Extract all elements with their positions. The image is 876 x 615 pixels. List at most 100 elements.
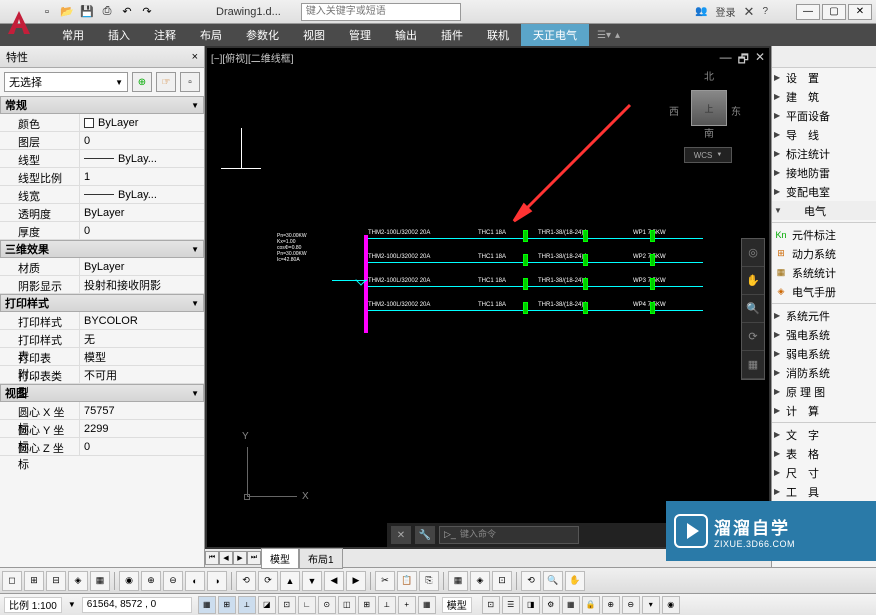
toolbar-button[interactable]: ⟲ <box>236 571 256 591</box>
status-toggle[interactable]: ⟂ <box>378 596 396 614</box>
quick-select-icon[interactable]: ⊕ <box>132 72 152 92</box>
status-button[interactable]: ▦ <box>562 596 580 614</box>
qat-new-icon[interactable]: ▫ <box>38 3 56 21</box>
status-toggle[interactable]: ⊙ <box>318 596 336 614</box>
prop-row[interactable]: 线型比例1 <box>0 168 204 186</box>
ribbon-tab-1[interactable]: 插入 <box>96 24 142 46</box>
palette-item[interactable]: ▶接地防雷 <box>772 163 876 182</box>
palette-item[interactable]: ▶标注统计 <box>772 144 876 163</box>
prop-row[interactable]: 圆心 Y 坐标2299 <box>0 420 204 438</box>
toolbar-button[interactable]: ⟳ <box>258 571 278 591</box>
toolbar-button[interactable]: ⎘ <box>419 571 439 591</box>
prop-row[interactable]: 打印样式表无 <box>0 330 204 348</box>
qat-save-icon[interactable]: 💾 <box>78 3 96 21</box>
toolbar-button[interactable]: ◈ <box>470 571 490 591</box>
signin-icon[interactable]: 👥 <box>695 6 707 17</box>
ribbon-tab-3[interactable]: 布局 <box>188 24 234 46</box>
search-input[interactable] <box>301 3 461 21</box>
palette-item[interactable]: ◈电气手册 <box>772 282 876 301</box>
status-button[interactable]: ⚙ <box>542 596 560 614</box>
status-button[interactable]: 🔒 <box>582 596 600 614</box>
toolbar-button[interactable]: ◈ <box>68 571 88 591</box>
nav-wheel-icon[interactable]: ◎ <box>742 239 764 267</box>
prop-row[interactable]: 线宽ByLay... <box>0 186 204 204</box>
ribbon-tab-7[interactable]: 输出 <box>383 24 429 46</box>
palette-group-header[interactable]: ▼电气 <box>772 201 876 220</box>
ribbon-menu-icon[interactable]: ☰▾ <box>597 30 611 41</box>
select-objects-icon[interactable]: ☞ <box>156 72 176 92</box>
palette-item[interactable]: ▶强电系统 <box>772 325 876 344</box>
toolbar-button[interactable]: ✋ <box>565 571 585 591</box>
toolbar-button[interactable]: ▶ <box>346 571 366 591</box>
palette-item[interactable]: ▶文 字 <box>772 425 876 444</box>
tab-model[interactable]: 模型 <box>261 548 299 569</box>
palette-item[interactable]: ▶平面设备 <box>772 106 876 125</box>
palette-item[interactable]: ▦系统统计 <box>772 263 876 282</box>
pickset-icon[interactable]: ▫ <box>180 72 200 92</box>
nav-showmotion-icon[interactable]: ▦ <box>742 351 764 379</box>
palette-item[interactable]: ▶导 线 <box>772 125 876 144</box>
nav-orbit-icon[interactable]: ⟳ <box>742 323 764 351</box>
toolbar-button[interactable]: 🔍 <box>543 571 563 591</box>
prop-row[interactable]: 圆心 X 坐标75757 <box>0 402 204 420</box>
prop-row[interactable]: 图层0 <box>0 132 204 150</box>
status-button[interactable]: ▾ <box>642 596 660 614</box>
maximize-button[interactable]: ▢ <box>822 4 846 20</box>
toolbar-button[interactable]: ⊡ <box>492 571 512 591</box>
drawing-canvas[interactable]: [−][俯视][二维线框] — 🗗 ✕ 北 南 西 东 上 WCS▼ ◎ ✋ 🔍… <box>207 48 769 547</box>
status-toggle[interactable]: + <box>398 596 416 614</box>
toolbar-button[interactable]: ◐ <box>185 571 205 591</box>
ribbon-tab-10[interactable]: 天正电气 <box>521 24 589 46</box>
palette-item[interactable]: ▶变配电室 <box>772 182 876 201</box>
selection-dropdown[interactable]: 无选择▼ <box>4 72 128 92</box>
qat-saveas-icon[interactable]: ⎙ <box>98 3 116 21</box>
app-logo[interactable] <box>4 8 34 38</box>
status-button[interactable]: ⊡ <box>482 596 500 614</box>
toolbar-button[interactable]: ▼ <box>302 571 322 591</box>
palette-item[interactable]: ▶原 理 图 <box>772 382 876 401</box>
toolbar-button[interactable]: ⊕ <box>141 571 161 591</box>
tab-layout1[interactable]: 布局1 <box>299 548 343 569</box>
toolbar-button[interactable]: ✂ <box>375 571 395 591</box>
palette-item[interactable]: ▶弱电系统 <box>772 344 876 363</box>
minimize-button[interactable]: — <box>796 4 820 20</box>
prop-row[interactable]: 颜色ByLayer <box>0 114 204 132</box>
tab-prev-icon[interactable]: ◀ <box>219 551 233 565</box>
palette-item[interactable]: ▶工 具 <box>772 482 876 501</box>
group-header-fx[interactable]: 三维效果▼ <box>0 240 204 258</box>
palette-item[interactable]: Kn元件标注 <box>772 225 876 244</box>
viewport-label[interactable]: [−][俯视][二维线框] <box>211 50 294 65</box>
prop-row[interactable]: 圆心 Z 坐标0 <box>0 438 204 456</box>
prop-row[interactable]: 线型ByLay... <box>0 150 204 168</box>
ribbon-tab-4[interactable]: 参数化 <box>234 24 291 46</box>
group-header-view[interactable]: 视图▼ <box>0 384 204 402</box>
status-toggle[interactable]: ◪ <box>258 596 276 614</box>
palette-item[interactable]: ▶尺 寸 <box>772 463 876 482</box>
palette-item[interactable]: ▶设 置 <box>772 68 876 87</box>
toolbar-button[interactable]: ◉ <box>119 571 139 591</box>
toolbar-button[interactable]: ⟲ <box>521 571 541 591</box>
toolbar-button[interactable]: ◑ <box>207 571 227 591</box>
toolbar-button[interactable]: ⊞ <box>24 571 44 591</box>
ribbon-tab-0[interactable]: 常用 <box>50 24 96 46</box>
prop-row[interactable]: 打印表类型不可用 <box>0 366 204 384</box>
prop-row[interactable]: 打印样式BYCOLOR <box>0 312 204 330</box>
status-button[interactable]: ◉ <box>662 596 680 614</box>
viewcube[interactable]: 北 南 西 东 上 WCS▼ <box>669 68 749 158</box>
palette-item[interactable]: ▶计 算 <box>772 401 876 420</box>
palette-item[interactable]: ▶消防系统 <box>772 363 876 382</box>
toolbar-button[interactable]: ⊖ <box>163 571 183 591</box>
status-toggle[interactable]: ⊞ <box>218 596 236 614</box>
tab-next-icon[interactable]: ▶ <box>233 551 247 565</box>
ribbon-tab-6[interactable]: 管理 <box>337 24 383 46</box>
toolbar-button[interactable]: ▲ <box>280 571 300 591</box>
group-header-plot[interactable]: 打印样式▼ <box>0 294 204 312</box>
status-toggle[interactable]: ⟂ <box>238 596 256 614</box>
panel-close-icon[interactable]: × <box>192 51 198 63</box>
nav-zoom-icon[interactable]: 🔍 <box>742 295 764 323</box>
palette-item[interactable]: ▶系统元件 <box>772 306 876 325</box>
nav-pan-icon[interactable]: ✋ <box>742 267 764 295</box>
prop-row[interactable]: 材质ByLayer <box>0 258 204 276</box>
toolbar-button[interactable]: ⊟ <box>46 571 66 591</box>
ribbon-tab-5[interactable]: 视图 <box>291 24 337 46</box>
